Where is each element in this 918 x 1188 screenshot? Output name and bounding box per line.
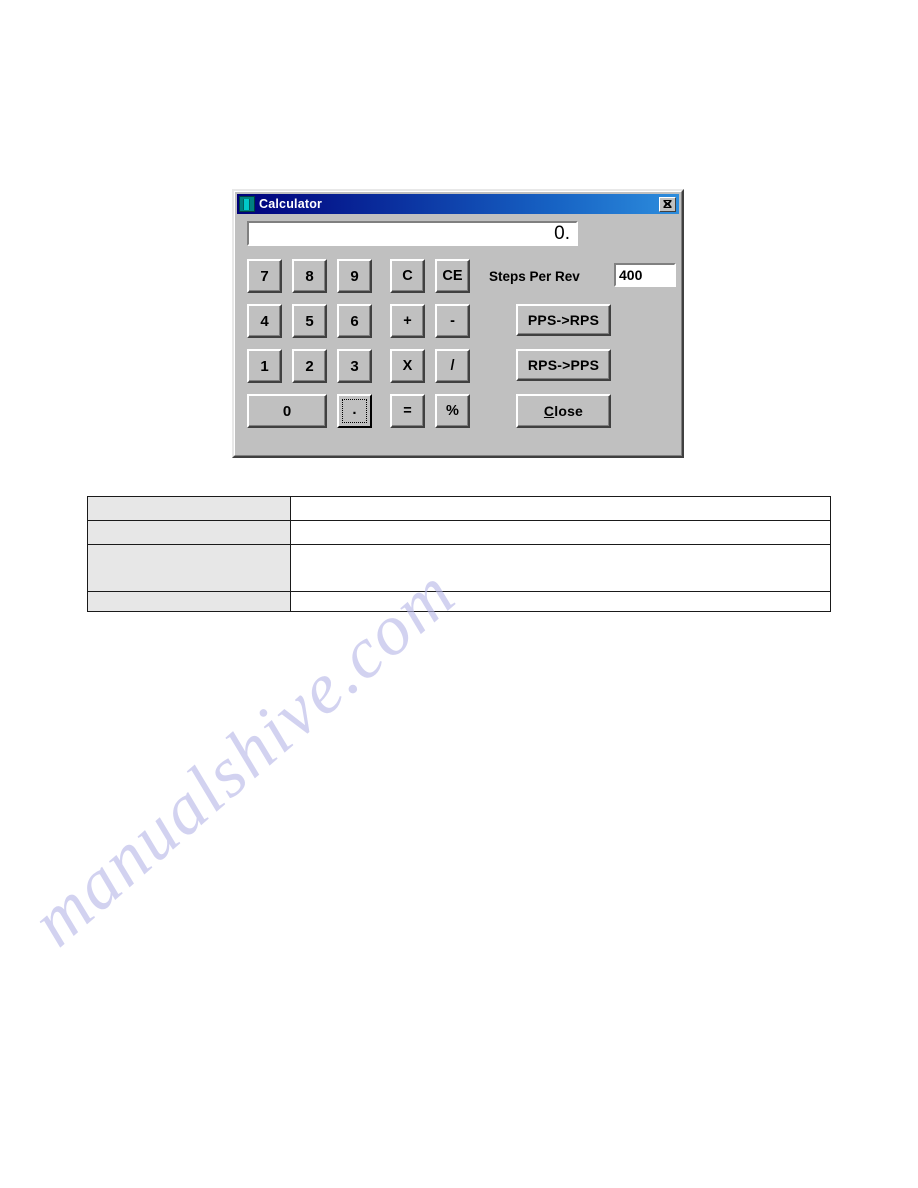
table-row (87, 520, 831, 545)
key-label: 1 (260, 357, 269, 375)
key-label: 3 (350, 357, 359, 375)
window-title: Calculator (259, 197, 323, 211)
key-multiply[interactable]: X (390, 349, 425, 383)
key-six[interactable]: 6 (337, 304, 372, 338)
pps-to-rps-button[interactable]: PPS->RPS (516, 304, 611, 336)
cell-text (88, 592, 290, 598)
watermark-text: manualshive.com (16, 552, 471, 962)
pps-to-rps-label: PPS->RPS (527, 312, 600, 328)
key-seven[interactable]: 7 (247, 259, 282, 293)
display-value: 0. (554, 223, 570, 244)
close-button[interactable] (659, 196, 676, 212)
key-nine[interactable]: 9 (337, 259, 372, 293)
table-cell-value (290, 496, 831, 521)
key-label: 8 (305, 267, 314, 285)
key-eight[interactable]: 8 (292, 259, 327, 293)
key-label: = (403, 403, 412, 419)
close-dialog-button[interactable]: Close (516, 394, 611, 428)
key-label: - (450, 313, 455, 329)
key-label: CE (442, 268, 463, 284)
steps-per-rev-label: Steps Per Rev (489, 269, 580, 284)
table-cell-value (290, 591, 831, 612)
cell-text (291, 521, 830, 527)
table-cell-label (87, 544, 291, 592)
table-cell-label (87, 496, 291, 521)
calculator-icon (239, 196, 255, 212)
steps-per-rev-value: 400 (619, 267, 643, 283)
key-label: 9 (350, 267, 359, 285)
calculator-dialog-window: Calculator 0. 7 8 9 C CE 4 5 6 + - 1 2 3… (232, 189, 684, 458)
steps-per-rev-input[interactable]: 400 (614, 263, 676, 287)
title-bar[interactable]: Calculator (237, 194, 679, 214)
cell-text (88, 545, 290, 551)
key-percent[interactable]: % (435, 394, 470, 428)
cell-text (291, 497, 830, 503)
key-three[interactable]: 3 (337, 349, 372, 383)
key-one[interactable]: 1 (247, 349, 282, 383)
key-label: 7 (260, 267, 269, 285)
key-label: C (402, 268, 413, 284)
close-button-label: Close (544, 403, 583, 419)
close-rest-letters: lose (554, 403, 584, 419)
cell-text (291, 592, 830, 598)
table-row (87, 496, 831, 521)
key-label: 0 (282, 402, 292, 420)
cell-text (88, 497, 290, 503)
spec-table-body (87, 496, 831, 612)
rps-to-pps-button[interactable]: RPS->PPS (516, 349, 611, 381)
rps-to-pps-label: RPS->PPS (527, 357, 600, 373)
key-label: / (450, 358, 455, 374)
key-label: 5 (305, 312, 314, 330)
key-decimal-point[interactable]: . (337, 394, 372, 428)
key-clear[interactable]: C (390, 259, 425, 293)
key-two[interactable]: 2 (292, 349, 327, 383)
key-zero[interactable]: 0 (247, 394, 327, 428)
close-accel-letter: C (543, 403, 555, 419)
key-plus[interactable]: + (390, 304, 425, 338)
key-four[interactable]: 4 (247, 304, 282, 338)
key-equals[interactable]: = (390, 394, 425, 428)
key-divide[interactable]: / (435, 349, 470, 383)
key-label: + (403, 313, 412, 329)
key-five[interactable]: 5 (292, 304, 327, 338)
cell-text (88, 521, 290, 527)
table-cell-label (87, 520, 291, 545)
key-label: X (402, 358, 413, 374)
key-minus[interactable]: - (435, 304, 470, 338)
table-cell-label (87, 591, 291, 612)
key-label: 4 (260, 312, 269, 330)
table-cell-value (290, 520, 831, 545)
key-clear-entry[interactable]: CE (435, 259, 470, 293)
key-label: 6 (350, 312, 359, 330)
spec-table (87, 496, 831, 612)
key-label: 2 (305, 357, 314, 375)
table-row (87, 544, 831, 592)
cell-text (291, 545, 830, 551)
table-row (87, 591, 831, 612)
calculator-display[interactable]: 0. (247, 221, 578, 246)
key-label: % (446, 403, 459, 419)
close-x-icon (663, 200, 672, 208)
table-cell-value (290, 544, 831, 592)
